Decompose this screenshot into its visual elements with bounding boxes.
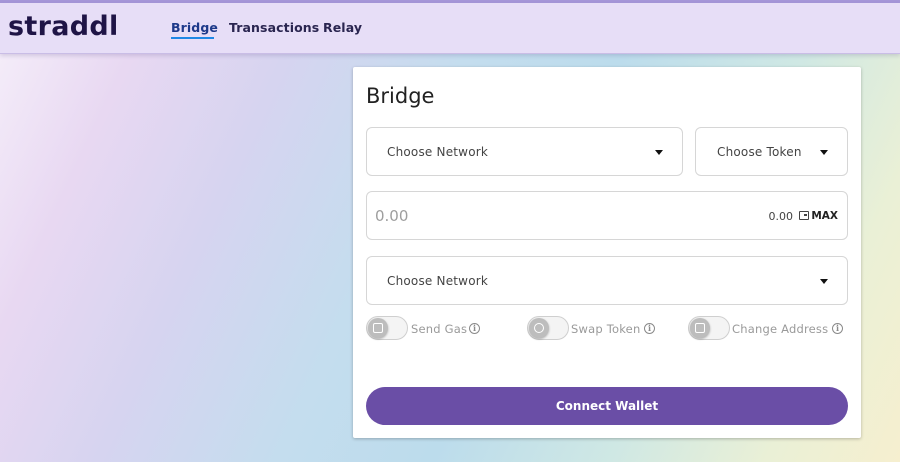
- info-icon[interactable]: i: [832, 323, 843, 334]
- gas-icon: [368, 318, 388, 338]
- swap-token-toggle[interactable]: [527, 316, 569, 340]
- top-navbar: straddl Bridge Transactions Relay: [0, 3, 900, 54]
- address-icon: [690, 318, 710, 338]
- wallet-icon: [799, 211, 809, 220]
- source-network-select[interactable]: Choose Network: [366, 127, 683, 176]
- max-button[interactable]: MAX: [811, 210, 838, 222]
- nav-bridge[interactable]: Bridge: [171, 20, 218, 35]
- connect-wallet-button[interactable]: Connect Wallet: [366, 387, 848, 425]
- chevron-down-icon: [655, 150, 663, 155]
- app-logo[interactable]: straddl: [8, 11, 119, 42]
- info-icon[interactable]: i: [469, 323, 480, 334]
- amount-input[interactable]: 0.00: [375, 207, 408, 225]
- nav-transactions[interactable]: Transactions: [229, 20, 319, 35]
- change-address-label: Change Address: [732, 322, 829, 336]
- bridge-card: Bridge Choose Network Choose Token 0.00 …: [353, 67, 861, 438]
- chevron-down-icon: [820, 150, 828, 155]
- nav-active-indicator: [171, 37, 214, 39]
- send-gas-label: Send Gas: [411, 322, 468, 336]
- destination-network-select[interactable]: Choose Network: [366, 256, 848, 305]
- page-title: Bridge: [366, 84, 435, 108]
- send-gas-toggle[interactable]: [366, 316, 408, 340]
- token-label: Choose Token: [717, 145, 802, 159]
- info-icon[interactable]: i: [644, 323, 655, 334]
- amount-field[interactable]: 0.00 0.00 MAX: [366, 191, 848, 240]
- change-address-toggle[interactable]: [688, 316, 730, 340]
- wallet-balance: 0.00: [768, 210, 794, 223]
- swap-token-label: Swap Token: [571, 322, 641, 336]
- chevron-down-icon: [820, 279, 828, 284]
- token-select[interactable]: Choose Token: [695, 127, 848, 176]
- swap-icon: [529, 318, 549, 338]
- destination-network-label: Choose Network: [387, 274, 489, 288]
- nav-relay[interactable]: Relay: [323, 20, 362, 35]
- source-network-label: Choose Network: [387, 145, 489, 159]
